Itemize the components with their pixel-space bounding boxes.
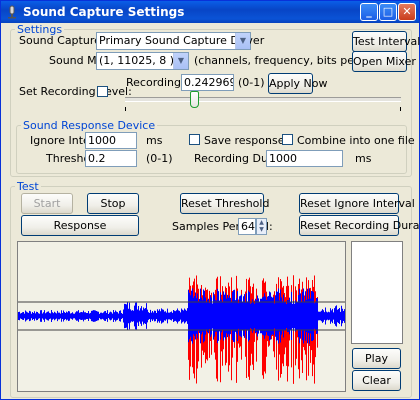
recording-level-input[interactable]: 0.242969405: [181, 74, 234, 91]
test-intervals-button[interactable]: Test Intervals: [352, 31, 420, 52]
threshold-range: (0-1): [146, 152, 173, 165]
apply-now-button[interactable]: Apply Now: [268, 73, 328, 94]
title-bar[interactable]: Sound Capture Settings _ □ ✕: [1, 1, 419, 23]
close-button[interactable]: ✕: [398, 3, 416, 21]
chevron-down-icon[interactable]: ▼: [173, 53, 188, 69]
chevron-down-icon[interactable]: ▼: [235, 33, 250, 49]
minimize-button[interactable]: _: [360, 3, 378, 21]
response-preview: [351, 241, 403, 344]
window-title: Sound Capture Settings: [23, 5, 185, 19]
recording-level-range: (0-1): [238, 76, 265, 89]
test-legend: Test: [17, 180, 39, 193]
sound-mode-select[interactable]: (1, 11025, 8 ) ▼: [96, 52, 189, 70]
slider-tick-min: [125, 107, 126, 111]
sound-capture-settings-window: Sound Capture Settings _ □ ✕ Settings So…: [0, 0, 420, 400]
save-responses-checkbox[interactable]: [189, 134, 200, 145]
sound-mode-value: (1, 11025, 8 ): [99, 54, 175, 67]
app-icon: [8, 5, 16, 19]
response-button[interactable]: Response: [21, 215, 139, 236]
recording-duration-input[interactable]: 1000: [266, 150, 343, 167]
combine-one-file-label: Combine into one file: [297, 134, 415, 147]
samples-per-pixel-spinner[interactable]: ▲ ▼: [256, 218, 267, 235]
samples-per-pixel-input[interactable]: 64: [238, 218, 256, 235]
ignore-interval-input[interactable]: 1000: [85, 132, 137, 149]
spin-down-icon[interactable]: ▼: [257, 226, 266, 233]
capture-device-select[interactable]: Primary Sound Capture Driver ▼: [96, 32, 264, 50]
slider-tick-max: [400, 107, 401, 111]
threshold-input[interactable]: 0.2: [85, 150, 137, 167]
recording-level-slider-thumb[interactable]: [189, 91, 199, 108]
maximize-button[interactable]: □: [379, 3, 397, 21]
stop-button[interactable]: Stop: [87, 193, 139, 214]
reset-ignore-interval-button[interactable]: Reset Ignore Interval: [299, 193, 415, 214]
waveform-display: [17, 241, 346, 392]
open-mixer-button[interactable]: Open Mixer: [352, 51, 416, 72]
spin-up-icon[interactable]: ▲: [257, 219, 266, 226]
clear-button[interactable]: Clear: [352, 370, 401, 391]
combine-one-file-checkbox[interactable]: [282, 134, 293, 145]
sound-response-device-legend: Sound Response Device: [23, 119, 156, 132]
ignore-interval-unit: ms: [146, 134, 163, 147]
recording-level-slider-track[interactable]: [125, 97, 401, 102]
set-recording-level-label: Set Recording Level:: [19, 85, 132, 98]
recording-duration-unit: ms: [355, 152, 372, 165]
play-button[interactable]: Play: [352, 348, 401, 369]
start-button[interactable]: Start: [21, 193, 73, 214]
save-responses-label: Save responses: [204, 134, 291, 147]
reset-recording-duration-button[interactable]: Reset Recording Duration: [299, 215, 420, 236]
reset-threshold-button[interactable]: Reset Threshold: [180, 193, 269, 214]
set-recording-level-checkbox[interactable]: [97, 86, 108, 97]
waveform-svg: [18, 275, 345, 384]
